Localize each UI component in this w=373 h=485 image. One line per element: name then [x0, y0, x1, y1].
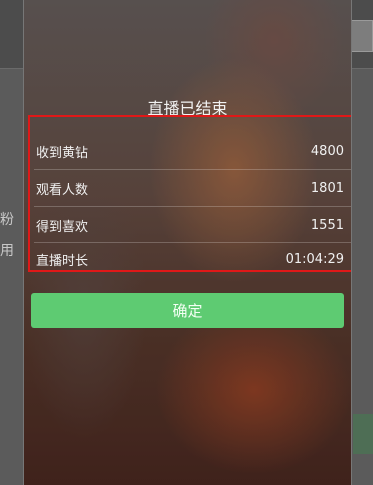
- stat-label: 得到喜欢: [36, 219, 89, 235]
- stats-highlight-box: 收到黄钻 4800 观看人数 1801 得到喜欢 1551 直播时长 01:04…: [28, 115, 351, 272]
- stat-row-diamonds: 收到黄钻 4800: [32, 133, 351, 169]
- stat-row-viewers: 观看人数 1801: [32, 170, 351, 206]
- background-right-green-element: [353, 414, 373, 454]
- app-screen: 粉 用 直播已结束 收到黄钻 4800 观看人数 1801 得到喜欢 1551: [0, 0, 373, 485]
- live-ended-dialog: 直播已结束 收到黄钻 4800 观看人数 1801 得到喜欢 1551 直播时长…: [23, 0, 352, 485]
- background-left-text-2: 用: [0, 243, 14, 259]
- stat-label: 观看人数: [36, 182, 89, 198]
- stat-value: 1551: [310, 217, 344, 233]
- stat-row-duration: 直播时长 01:04:29: [32, 241, 351, 277]
- confirm-button[interactable]: 确定: [31, 293, 344, 328]
- background-left-text-1: 粉: [0, 212, 14, 228]
- stat-label: 直播时长: [36, 253, 89, 269]
- stat-value: 1801: [310, 180, 344, 196]
- stat-row-likes: 得到喜欢 1551: [32, 207, 351, 243]
- stat-value: 4800: [310, 143, 344, 159]
- background-right-element: [351, 20, 373, 52]
- stat-label: 收到黄钻: [36, 145, 89, 161]
- stat-value: 01:04:29: [285, 251, 344, 267]
